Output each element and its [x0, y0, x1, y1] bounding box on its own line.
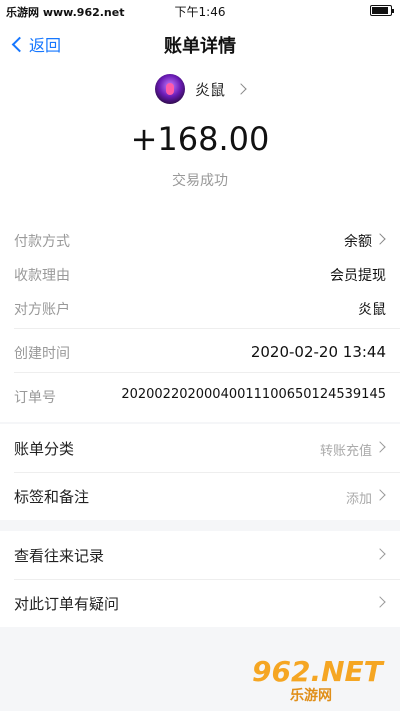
watermark-logo: 962.NET: [252, 655, 383, 688]
sec-label: 标签和备注: [14, 488, 90, 506]
bill-meta-section: 账单分类 转账充值 标签和备注 添加: [0, 424, 400, 520]
detail-value: 炎鼠: [358, 302, 386, 318]
sec-label: 查看往来记录: [14, 547, 105, 565]
detail-value: 2020-02-20 13:44: [250, 343, 386, 361]
detail-label: 对方账户: [14, 302, 70, 318]
detail-label: 订单号: [14, 390, 56, 406]
detail-row-reason: 收款理由 会员提现: [0, 256, 400, 290]
chevron-right-icon: [374, 441, 386, 453]
detail-label: 收款理由: [14, 268, 70, 284]
order-question-row[interactable]: 对此订单有疑问: [0, 579, 400, 627]
avatar-figure: [165, 83, 174, 95]
nav-bar: 返回 账单详情: [0, 22, 400, 66]
tags-notes-row[interactable]: 标签和备注 添加: [0, 472, 400, 520]
watermark-text: 乐游网: [290, 688, 332, 704]
sec-label: 对此订单有疑问: [14, 595, 120, 613]
status-time: 下午1:46: [174, 5, 226, 19]
payee-name: 炎鼠: [194, 80, 225, 99]
page-title: 账单详情: [164, 36, 236, 57]
bill-category-row[interactable]: 账单分类 转账充值: [0, 424, 400, 472]
sec-label: 账单分类: [14, 440, 75, 458]
avatar: [154, 74, 185, 104]
transaction-status: 交易成功: [172, 173, 228, 189]
chevron-right-icon: [374, 596, 386, 608]
divider: [14, 328, 400, 329]
battery-icon: [370, 5, 394, 16]
site-watermark: 962.NET 乐游网: [252, 655, 392, 705]
order-number: 2020022020004001110065012453914​5: [121, 387, 386, 402]
battery-tip: [392, 9, 394, 13]
sec-value: 转账充值: [319, 444, 372, 459]
status-bar: 乐游网 www.962.net 下午1:46: [0, 0, 400, 22]
sec-value: 添加: [345, 492, 372, 507]
chevron-right-icon: [374, 233, 386, 245]
divider: [14, 372, 400, 373]
detail-row-order-number: 订单号 2020022020004001110065012453914​5: [0, 378, 400, 412]
detail-value: 余额: [344, 234, 372, 250]
bill-summary: 炎鼠 +168.00 交易成功: [0, 66, 400, 204]
payee-row[interactable]: 炎鼠: [0, 72, 400, 106]
detail-row-created-time: 创建时间 2020-02-20 13:44: [0, 334, 400, 368]
detail-label: 创建时间: [14, 346, 70, 362]
chevron-right-icon: [235, 83, 247, 95]
amount: +168.00: [130, 120, 270, 158]
battery-level: [372, 7, 388, 14]
actions-section: 查看往来记录 对此订单有疑问: [0, 531, 400, 627]
detail-value: 会员提现: [330, 268, 386, 284]
chevron-right-icon: [374, 489, 386, 501]
detail-row-counterparty: 对方账户 炎鼠: [0, 290, 400, 324]
detail-row-payment-method[interactable]: 付款方式 余额: [0, 222, 400, 256]
view-history-row[interactable]: 查看往来记录: [0, 531, 400, 579]
detail-label: 付款方式: [14, 234, 70, 250]
details-section: 付款方式 余额 收款理由 会员提现 对方账户 炎鼠 创建时间 2020-02-2…: [0, 204, 400, 422]
chevron-right-icon: [374, 548, 386, 560]
